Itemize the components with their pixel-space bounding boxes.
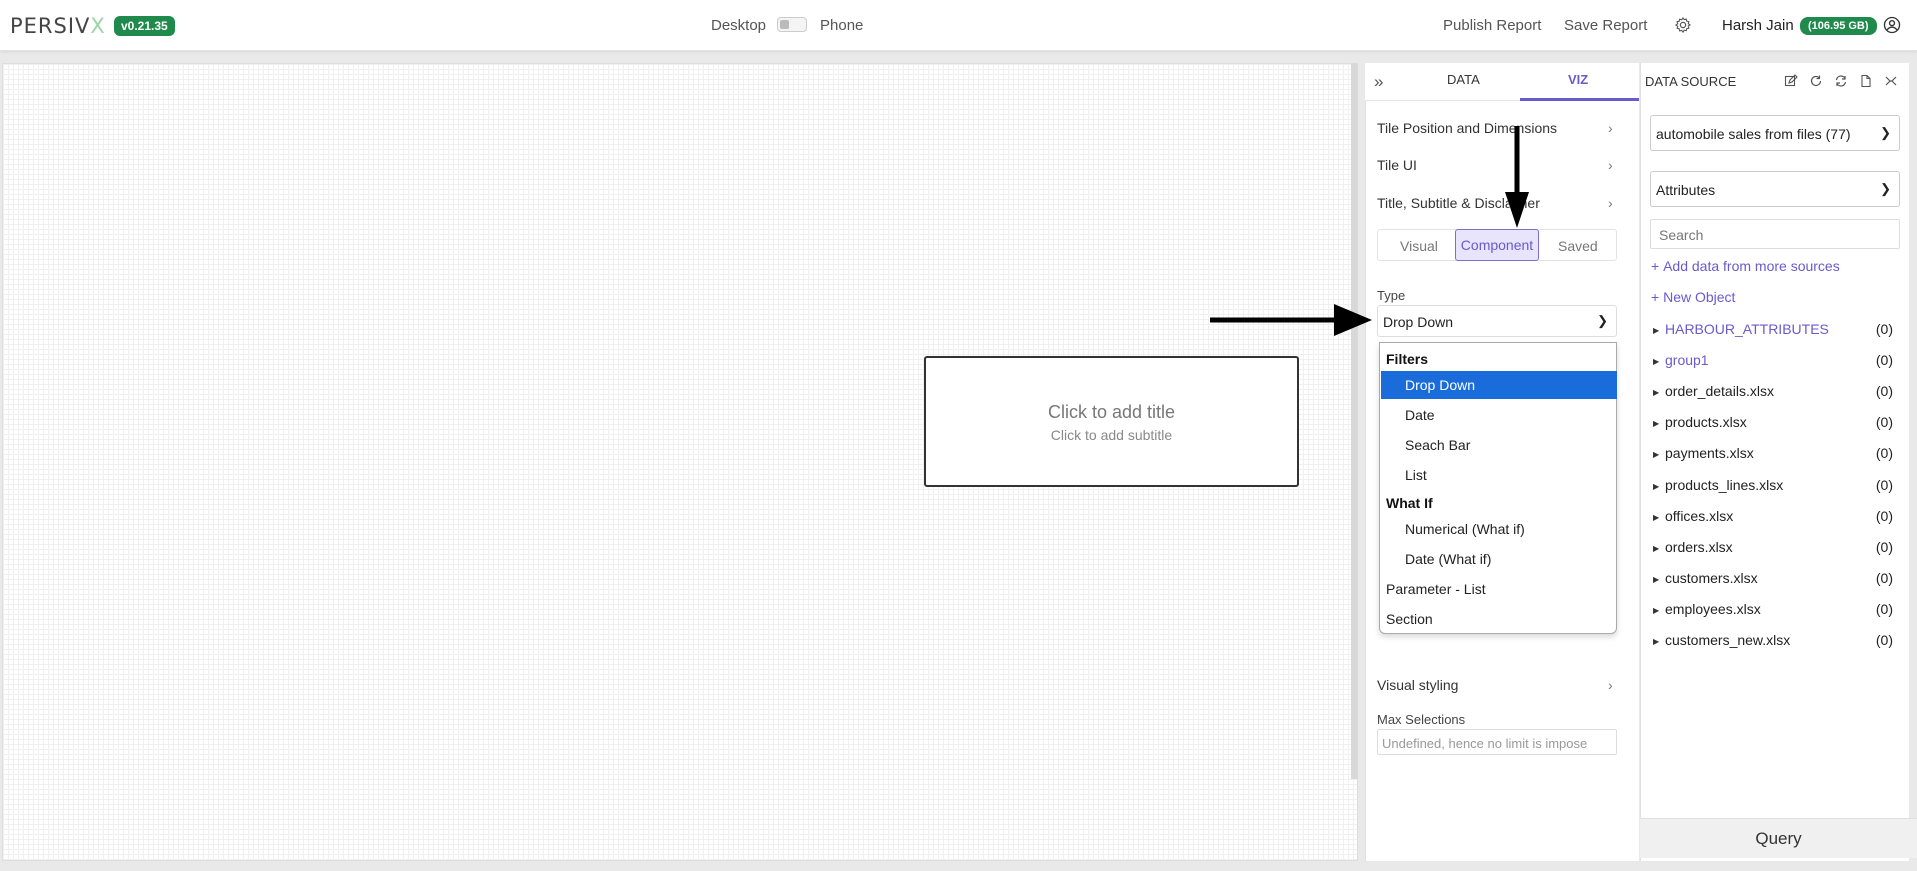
list-item[interactable]: ▶ orders.xlsx (0) xyxy=(1653,539,1893,555)
phone-mode-label[interactable]: Phone xyxy=(820,17,863,34)
dropdown-group-what-if: What If xyxy=(1386,495,1433,511)
attributes-select-value: Attributes xyxy=(1656,182,1716,198)
logo-main: PERSIV xyxy=(10,14,91,38)
list-item[interactable]: ▶ products_lines.xlsx (0) xyxy=(1653,477,1893,493)
list-item[interactable]: ▶ payments.xlsx (0) xyxy=(1653,445,1893,461)
data-source-title: DATA SOURCE xyxy=(1645,74,1737,89)
desktop-mode-label[interactable]: Desktop xyxy=(711,17,766,34)
subtab-component[interactable]: Component xyxy=(1455,229,1539,261)
caret-right-icon: ▶ xyxy=(1653,512,1660,522)
user-name[interactable]: Harsh Jain xyxy=(1722,17,1794,34)
attributes-select[interactable]: Attributes ❯ xyxy=(1650,171,1900,207)
top-bar: PERSIVX v0.21.35 Desktop Phone Publish R… xyxy=(0,0,1917,51)
dropdown-group-filters: Filters xyxy=(1386,351,1429,367)
max-selections-label: Max Selections xyxy=(1377,712,1466,727)
subtab-visual[interactable]: Visual xyxy=(1400,238,1438,254)
chevron-right-icon[interactable]: › xyxy=(1608,157,1613,173)
accordion-visual-styling[interactable]: Visual styling xyxy=(1377,677,1617,693)
merge-icon[interactable] xyxy=(1884,74,1898,88)
list-item[interactable]: ▶ employees.xlsx (0) xyxy=(1653,601,1893,617)
type-select[interactable]: Drop Down ❯ xyxy=(1377,305,1617,337)
caret-right-icon: ▶ xyxy=(1653,356,1660,366)
subtab-saved[interactable]: Saved xyxy=(1558,238,1598,254)
new-object-link[interactable]: + New Object xyxy=(1651,289,1735,305)
dropdown-option-numerical-what-if[interactable]: Numerical (What if) xyxy=(1381,515,1617,543)
annotation-arrow-right xyxy=(1210,304,1372,336)
canvas-scrollbar[interactable] xyxy=(1351,63,1358,779)
report-tile[interactable]: Click to add title Click to add subtitle xyxy=(924,356,1299,487)
caret-right-icon: ▶ xyxy=(1653,636,1660,646)
max-selections-input[interactable]: Undefined, hence no limit is impose xyxy=(1377,729,1617,755)
refresh-icon[interactable] xyxy=(1809,74,1823,88)
list-item[interactable]: ▶ HARBOUR_ATTRIBUTES (0) xyxy=(1653,321,1893,337)
list-item[interactable]: ▶ products.xlsx (0) xyxy=(1653,414,1893,430)
gear-icon[interactable] xyxy=(1674,16,1692,34)
type-label: Type xyxy=(1377,288,1406,303)
chevron-right-icon[interactable]: › xyxy=(1608,120,1613,136)
logo-x: X xyxy=(90,14,106,38)
document-icon[interactable] xyxy=(1859,74,1873,88)
list-item[interactable]: ▶ group1 (0) xyxy=(1653,352,1893,368)
caret-right-icon: ▶ xyxy=(1653,325,1660,335)
dropdown-option-drop-down[interactable]: Drop Down xyxy=(1381,371,1617,399)
caret-right-icon: ▶ xyxy=(1653,449,1660,459)
list-item[interactable]: ▶ customers_new.xlsx (0) xyxy=(1653,632,1893,648)
save-report-button[interactable]: Save Report xyxy=(1564,17,1647,34)
dropdown-option-section[interactable]: Section xyxy=(1381,605,1617,633)
chevron-down-icon: ❯ xyxy=(1597,313,1608,328)
data-source-select[interactable]: automobile sales from files (77) ❯ xyxy=(1650,115,1900,151)
tab-data[interactable]: DATA xyxy=(1447,72,1480,87)
add-data-sources-label: Add data from more sources xyxy=(1663,258,1840,274)
data-source-select-value: automobile sales from files (77) xyxy=(1656,126,1851,142)
sync-icon[interactable] xyxy=(1834,74,1848,88)
new-object-label: New Object xyxy=(1663,289,1736,305)
query-button[interactable]: Query xyxy=(1640,818,1917,858)
accordion-tile-ui[interactable]: Tile UI xyxy=(1377,157,1617,173)
accordion-title-subtitle[interactable]: Title, Subtitle & Disclaimer xyxy=(1377,195,1617,211)
caret-right-icon: ▶ xyxy=(1653,387,1660,397)
add-data-sources-link[interactable]: + Add data from more sources xyxy=(1651,258,1840,274)
caret-right-icon: ▶ xyxy=(1653,481,1660,491)
list-item[interactable]: ▶ customers.xlsx (0) xyxy=(1653,570,1893,586)
tile-subtitle[interactable]: Click to add subtitle xyxy=(926,427,1297,443)
type-dropdown-menu: Filters Drop Down Date Seach Bar List Wh… xyxy=(1379,342,1617,634)
dropdown-option-date-what-if[interactable]: Date (What if) xyxy=(1381,545,1617,573)
dropdown-option-search-bar[interactable]: Seach Bar xyxy=(1381,431,1617,459)
caret-right-icon: ▶ xyxy=(1653,418,1660,428)
caret-right-icon: ▶ xyxy=(1653,543,1660,553)
chevron-down-icon: ❯ xyxy=(1880,181,1891,196)
caret-right-icon: ▶ xyxy=(1653,605,1660,615)
publish-report-button[interactable]: Publish Report xyxy=(1443,17,1541,34)
device-toggle[interactable] xyxy=(777,17,807,32)
collapse-panel-icon[interactable]: » xyxy=(1374,72,1392,91)
dropdown-option-parameter-list[interactable]: Parameter - List xyxy=(1381,575,1617,603)
user-account-icon[interactable] xyxy=(1883,16,1901,34)
edit-icon[interactable] xyxy=(1784,74,1798,88)
accordion-tile-position[interactable]: Tile Position and Dimensions xyxy=(1377,120,1617,136)
data-search-input[interactable]: Search xyxy=(1650,219,1900,249)
version-badge: v0.21.35 xyxy=(114,16,175,36)
dropdown-option-list[interactable]: List xyxy=(1381,461,1617,489)
storage-badge: (106.95 GB) xyxy=(1800,17,1877,35)
type-select-value: Drop Down xyxy=(1383,314,1454,330)
caret-right-icon: ▶ xyxy=(1653,574,1660,584)
plus-icon: + xyxy=(1651,258,1664,274)
dropdown-option-date[interactable]: Date xyxy=(1381,401,1617,429)
chevron-down-icon: ❯ xyxy=(1880,125,1891,140)
plus-icon: + xyxy=(1651,289,1664,305)
persivx-logo: PERSIVX xyxy=(10,14,106,38)
tab-viz[interactable]: VIZ xyxy=(1568,72,1588,87)
tile-title[interactable]: Click to add title xyxy=(926,402,1297,423)
panel-tabs xyxy=(1365,63,1639,101)
annotation-arrow-down xyxy=(1505,126,1529,228)
chevron-right-icon[interactable]: › xyxy=(1608,677,1613,693)
list-item[interactable]: ▶ order_details.xlsx (0) xyxy=(1653,383,1893,399)
list-item[interactable]: ▶ offices.xlsx (0) xyxy=(1653,508,1893,524)
active-tab-indicator xyxy=(1520,98,1639,101)
chevron-right-icon[interactable]: › xyxy=(1608,195,1613,211)
toggle-knob xyxy=(780,20,789,29)
